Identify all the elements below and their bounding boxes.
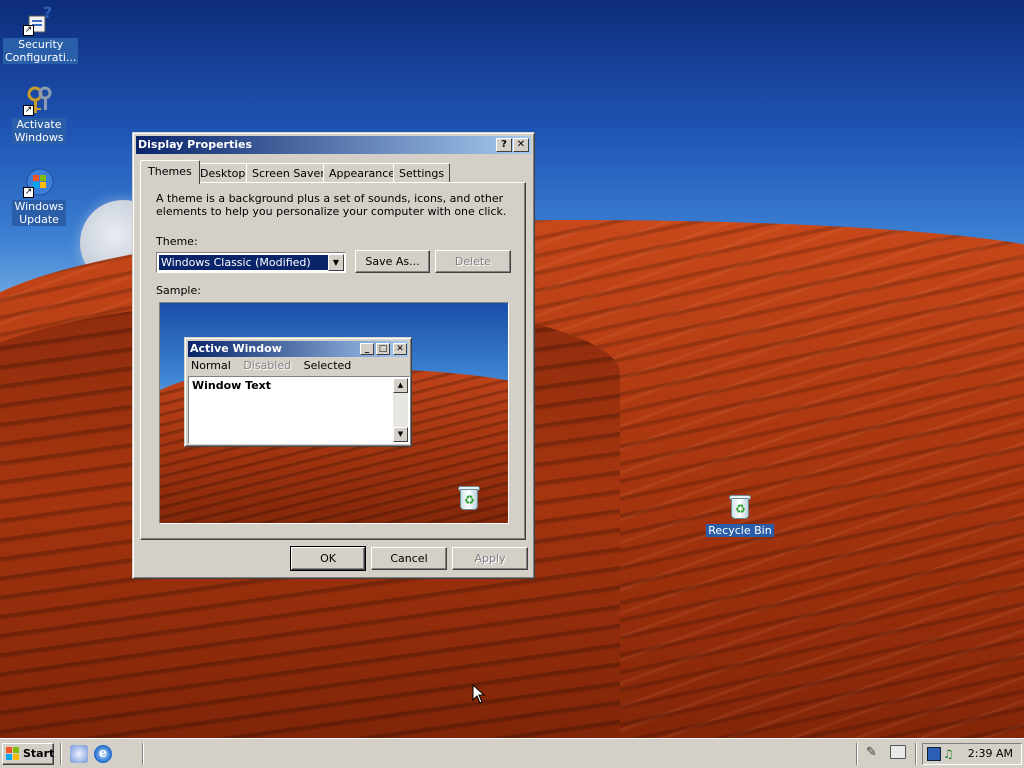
sample-window-title: Active Window bbox=[190, 342, 282, 355]
desktop-icon-label: Security Configurati... bbox=[3, 38, 79, 64]
sample-text-area: Window Text ▲ ▼ bbox=[188, 376, 410, 444]
minimize-icon: _ bbox=[360, 343, 374, 355]
desktop-icon-security-configuration[interactable]: ? ↗ Security Configurati... bbox=[3, 3, 79, 64]
maximize-icon: □ bbox=[376, 343, 390, 355]
tab-settings[interactable]: Settings bbox=[393, 163, 451, 183]
activate-windows-keys-icon: ↗ bbox=[23, 84, 55, 116]
taskbar-separator bbox=[856, 743, 858, 765]
recycle-bin-icon: ♻ bbox=[456, 483, 482, 511]
desktop-icon-label: Recycle Bin bbox=[706, 524, 774, 537]
windows-logo-icon bbox=[6, 747, 20, 761]
save-as-button[interactable]: Save As... bbox=[355, 250, 430, 273]
sample-menu-normal: Normal bbox=[191, 359, 231, 372]
svg-text:?: ? bbox=[43, 4, 52, 22]
close-icon: ✕ bbox=[393, 343, 407, 355]
sample-window-titlebar: Active Window _ □ ✕ bbox=[188, 341, 408, 357]
taskbar-separator bbox=[915, 743, 917, 765]
clock[interactable]: 2:39 AM bbox=[968, 744, 1013, 764]
scroll-down-icon: ▼ bbox=[393, 427, 408, 442]
network-icon[interactable] bbox=[927, 747, 941, 761]
sample-recycle-bin: ♻ bbox=[456, 483, 482, 511]
internet-explorer-icon[interactable]: e bbox=[94, 745, 112, 763]
sample-menu-selected: Selected bbox=[303, 359, 352, 372]
pen-icon[interactable]: ✎ bbox=[866, 745, 880, 761]
sample-active-window: Active Window _ □ ✕ Normal Disabled Sele… bbox=[184, 337, 412, 447]
system-tray: ♫ 2:39 AM bbox=[922, 743, 1022, 765]
sample-scrollbar: ▲ ▼ bbox=[393, 378, 408, 442]
tab-desktop[interactable]: Desktop bbox=[194, 163, 252, 183]
theme-select[interactable]: Windows Classic (Modified) ▼ bbox=[156, 252, 346, 273]
monitor-icon[interactable] bbox=[890, 745, 906, 759]
cancel-button[interactable]: Cancel bbox=[371, 547, 447, 570]
theme-label: Theme: bbox=[156, 235, 198, 248]
tab-themes[interactable]: Themes bbox=[140, 160, 200, 184]
security-configuration-icon: ? ↗ bbox=[23, 3, 53, 36]
theme-description: A theme is a background plus a set of so… bbox=[156, 192, 507, 218]
start-label: Start bbox=[23, 747, 55, 760]
theme-select-value: Windows Classic (Modified) bbox=[159, 255, 328, 270]
volume-icon[interactable]: ♫ bbox=[943, 747, 957, 761]
sample-label: Sample: bbox=[156, 284, 201, 297]
taskbar-separator bbox=[60, 743, 62, 765]
delete-button[interactable]: Delete bbox=[435, 250, 511, 273]
desktop-icon-label: Activate Windows bbox=[12, 118, 66, 144]
ok-button[interactable]: OK bbox=[290, 546, 366, 571]
tab-appearance[interactable]: Appearance bbox=[323, 163, 402, 183]
show-desktop-icon[interactable] bbox=[70, 745, 88, 763]
sample-menu: Normal Disabled Selected bbox=[191, 359, 360, 372]
desktop-icon-windows-update[interactable]: ↗ Windows Update bbox=[3, 166, 75, 226]
chevron-down-icon[interactable]: ▼ bbox=[328, 254, 344, 271]
dialog-title: Display Properties bbox=[138, 138, 253, 151]
close-button[interactable]: ✕ bbox=[513, 138, 529, 152]
desktop-icon-activate-windows[interactable]: ↗ Activate Windows bbox=[3, 84, 75, 144]
desktop-icon-recycle-bin[interactable]: ♻ Recycle Bin bbox=[704, 492, 776, 537]
theme-sample-preview: Active Window _ □ ✕ Normal Disabled Sele… bbox=[159, 302, 509, 524]
start-button[interactable]: Start bbox=[2, 743, 54, 765]
themes-tab-panel: A theme is a background plus a set of so… bbox=[140, 182, 526, 540]
apply-button[interactable]: Apply bbox=[452, 547, 528, 570]
sample-window-text: Window Text bbox=[192, 379, 272, 392]
tab-screen-saver[interactable]: Screen Saver bbox=[246, 163, 331, 183]
dialog-titlebar[interactable]: Display Properties ? ✕ bbox=[136, 136, 531, 154]
scroll-up-icon: ▲ bbox=[393, 378, 408, 393]
help-button[interactable]: ? bbox=[496, 138, 512, 152]
taskbar: Start e ✎ ♫ 2:39 AM bbox=[0, 738, 1024, 768]
sample-menu-disabled: Disabled bbox=[243, 359, 292, 372]
windows-update-icon: ↗ bbox=[23, 166, 55, 198]
desktop-icon-label: Windows Update bbox=[12, 200, 66, 226]
recycle-bin-icon: ♻ bbox=[727, 492, 753, 520]
display-properties-dialog: Display Properties ? ✕ Themes Desktop Sc… bbox=[132, 132, 535, 579]
taskbar-separator bbox=[142, 743, 144, 765]
